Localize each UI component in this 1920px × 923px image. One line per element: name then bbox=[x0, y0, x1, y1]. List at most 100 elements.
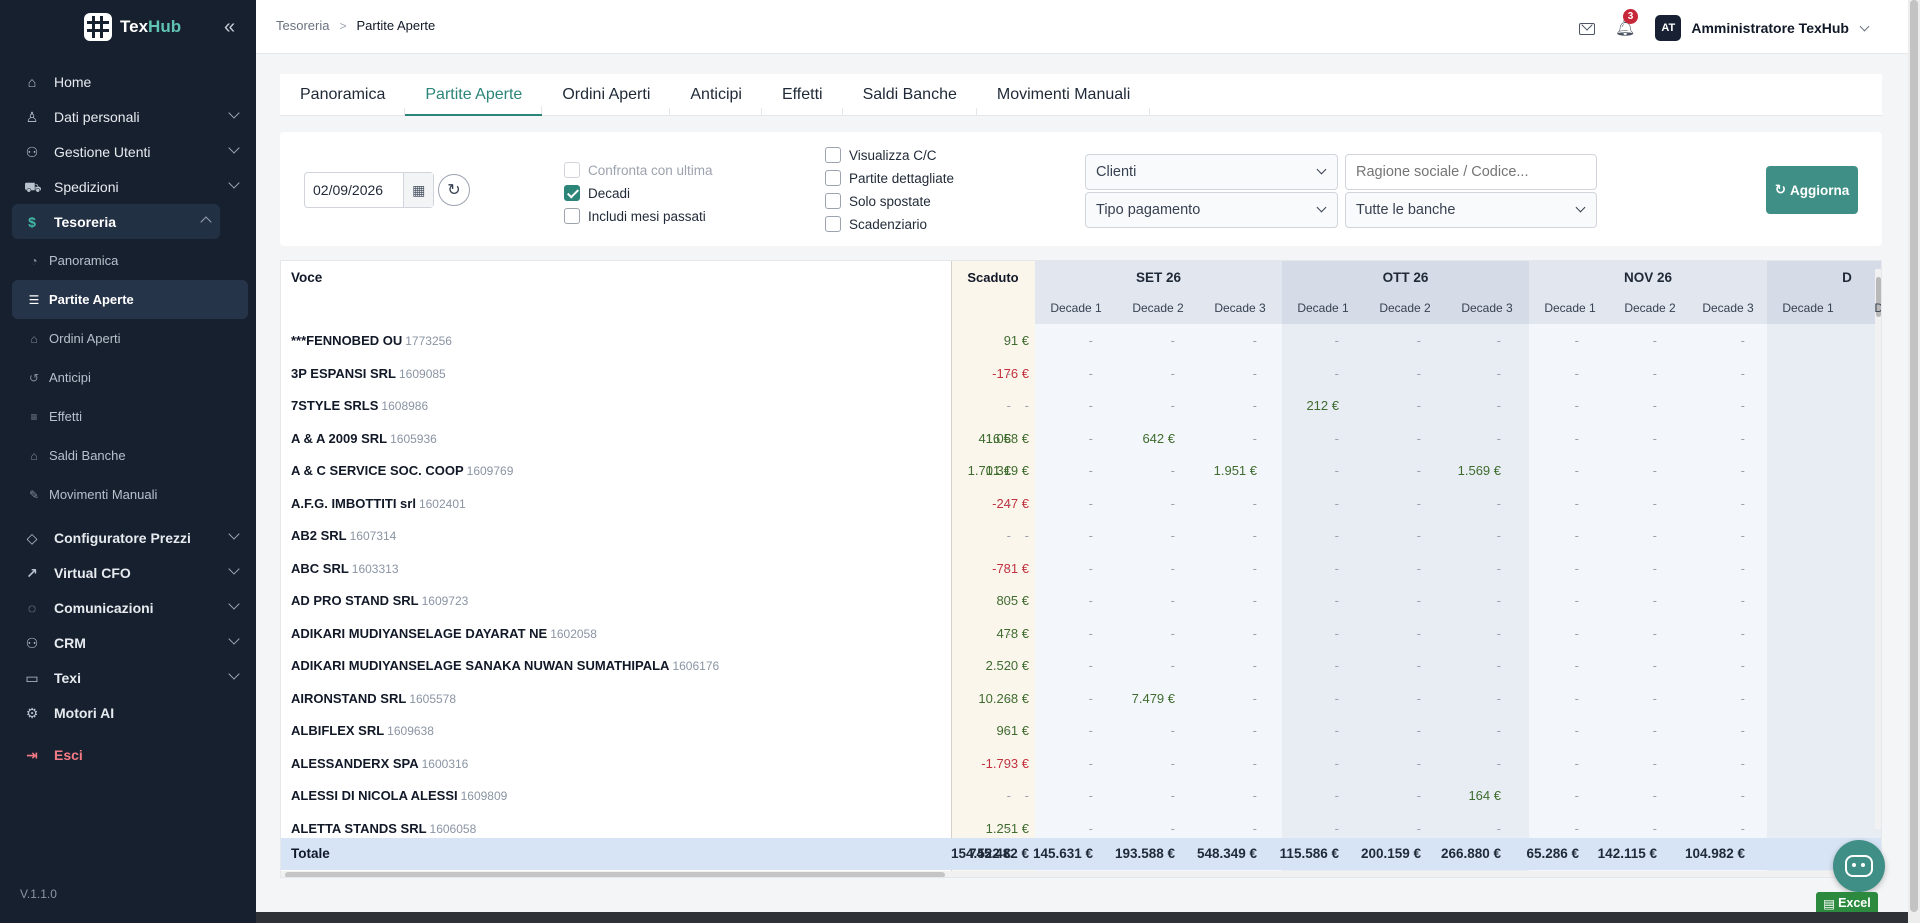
table-row[interactable]: A.F.G. IMBOTTITI srl 1602401 -247 € - - - - - - -… bbox=[281, 488, 1881, 521]
refresh-button[interactable]: ↻ Aggiorna bbox=[1766, 166, 1858, 214]
payment-type-select[interactable]: Tipo pagamento bbox=[1085, 192, 1338, 228]
amount-cell: 164 € bbox=[1468, 788, 1501, 803]
collapse-sidebar-icon[interactable]: « bbox=[224, 16, 235, 39]
tab-movimenti-manuali[interactable]: Movimenti Manuali bbox=[977, 74, 1151, 116]
date-input[interactable]: 02/09/2026 ▦ bbox=[304, 172, 434, 208]
checkbox-confronta-con-ultima[interactable]: Confronta con ultima bbox=[564, 162, 713, 178]
checkbox-box[interactable] bbox=[564, 162, 580, 178]
checkbox-partite-dettagliate[interactable]: Partite dettagliate bbox=[825, 170, 954, 186]
table-row[interactable]: AIRONSTAND SRL 1605578 10.268 € - -7.479 € - -… bbox=[281, 683, 1881, 716]
chevron-down-icon bbox=[228, 528, 240, 540]
checkbox-box[interactable] bbox=[825, 170, 841, 186]
checkbox-box[interactable] bbox=[825, 147, 841, 163]
sidebar-item-configuratore-prezzi[interactable]: ◇ Configuratore Prezzi bbox=[12, 520, 248, 555]
sidebar-item-label: Tesoreria bbox=[54, 213, 116, 230]
table-row[interactable]: ABC SRL 1603313 -781 € - - - - - - - - - - bbox=[281, 553, 1881, 586]
sidebar-item-crm[interactable]: ⚇ CRM bbox=[12, 625, 248, 660]
breadcrumb-parent[interactable]: Tesoreria bbox=[276, 18, 329, 33]
table-row[interactable]: ALBIFLEX SRL 1609638 961 € - - - - - - - - - - bbox=[281, 715, 1881, 748]
table-row[interactable]: A & C SERVICE SOC. COOP 1609769 1.319 €1.7… bbox=[281, 455, 1881, 488]
sidebar-item-tesoreria[interactable]: $ Tesoreria bbox=[12, 204, 220, 239]
column-header-scaduto[interactable]: Scaduto bbox=[951, 270, 1035, 285]
table-row[interactable]: A & A 2009 SRL 1605936 1.058 €416 € -642 € -… bbox=[281, 423, 1881, 456]
tab-effetti[interactable]: Effetti bbox=[762, 74, 843, 116]
tab-anticipi[interactable]: Anticipi bbox=[670, 74, 762, 116]
table-row[interactable]: ***FENNOBED OU 1773256 91 € - - - - - - - - - - bbox=[281, 325, 1881, 358]
sidebar-subitem-effetti[interactable]: ≡ Effetti bbox=[12, 397, 248, 436]
bank-select[interactable]: Tutte le banche bbox=[1345, 192, 1597, 228]
search-input[interactable] bbox=[1345, 154, 1597, 190]
amount-cell: - bbox=[1252, 658, 1257, 673]
checkbox-box[interactable] bbox=[825, 216, 841, 232]
tab-saldi-banche[interactable]: Saldi Banche bbox=[843, 74, 978, 116]
sidebar-item-home[interactable]: ⌂ Home bbox=[12, 64, 248, 99]
sidebar-item-gestione-utenti[interactable]: ⚇ Gestione Utenti bbox=[12, 134, 248, 169]
table-row[interactable]: 3P ESPANSI SRL 1609085 -176 € - - - - - - - - - - bbox=[281, 358, 1881, 391]
checkbox-decadi[interactable]: Decadi bbox=[564, 185, 630, 201]
table-row[interactable]: 7STYLE SRLS 1608986- - - - -212 € - - - - - bbox=[281, 390, 1881, 423]
client-code: 1609638 bbox=[387, 724, 434, 738]
table-row[interactable]: ALESSANDERX SPA 1600316 -1.793 € - - - - - - - - - - bbox=[281, 748, 1881, 781]
table-horizontal-scrollbar[interactable] bbox=[281, 871, 1881, 877]
sidebar-subitem-panoramica[interactable]: ◔ Panoramica bbox=[12, 241, 248, 280]
sidebar-subitem-saldi-banche[interactable]: ⌂ Saldi Banche bbox=[12, 436, 248, 475]
refresh-icon: ↺ bbox=[28, 370, 40, 385]
amount-cell: - bbox=[1652, 463, 1657, 478]
texhub-logo-icon bbox=[84, 13, 112, 41]
amount-cell: - bbox=[1652, 723, 1657, 738]
total-amount: 200.159 € bbox=[1360, 846, 1421, 861]
date-value[interactable]: 02/09/2026 bbox=[305, 182, 403, 198]
sidebar-item-dati-personali[interactable]: ♙ Dati personali bbox=[12, 99, 248, 134]
checkbox-scadenziario[interactable]: Scadenziario bbox=[825, 216, 927, 232]
checkbox-solo-spostate[interactable]: Solo spostate bbox=[825, 193, 931, 209]
sidebar-item-spedizioni[interactable]: ⛟ Spedizioni bbox=[12, 169, 248, 204]
amount-cell: - bbox=[1334, 690, 1339, 706]
amount-cell: - bbox=[1334, 495, 1339, 511]
sidebar-subitem-anticipi[interactable]: ↺ Anticipi bbox=[12, 358, 248, 397]
sidebar-subitem-partite-aperte[interactable]: ☰ Partite Aperte bbox=[12, 280, 248, 319]
app-logo[interactable]: TexHub bbox=[0, 0, 256, 54]
tab-panoramica[interactable]: Panoramica bbox=[280, 74, 406, 116]
amount-cell: 7.479 € bbox=[1131, 690, 1175, 706]
checkbox-box[interactable] bbox=[564, 185, 580, 201]
client-name: ALESSI DI NICOLA ALESSI bbox=[291, 788, 458, 803]
table-row[interactable]: ADIKARI MUDIYANSELAGE SANAKA NUWAN SUMAT… bbox=[281, 650, 1881, 683]
amount-cell: - bbox=[1496, 495, 1501, 511]
mail-icon[interactable] bbox=[1579, 23, 1596, 35]
amount-cell: - bbox=[1088, 495, 1093, 511]
sidebar: TexHub « ⌂ Home ♙ Dati personali ⚇ Gestione U… bbox=[0, 0, 256, 923]
column-header-voce[interactable]: Voce bbox=[291, 270, 322, 285]
checkbox-includi-mesi-passati[interactable]: Includi mesi passati bbox=[564, 208, 706, 224]
calendar-icon[interactable]: ▦ bbox=[403, 173, 433, 207]
excel-export-button[interactable]: ▤ Excel bbox=[1816, 892, 1878, 914]
checkbox-box[interactable] bbox=[825, 193, 841, 209]
table-row[interactable]: AB2 SRL 1607314- - - - - - - - - - - bbox=[281, 520, 1881, 553]
sidebar-subitem-movimenti-manuali[interactable]: ✎ Movimenti Manuali bbox=[12, 475, 248, 514]
page-scrollbar[interactable] bbox=[1908, 0, 1920, 923]
sidebar-item-motori-ai[interactable]: ⚙ Motori AI bbox=[12, 695, 248, 730]
amount-cell: - bbox=[1574, 593, 1579, 608]
sidebar-item-comunicazioni[interactable]: ◌ Comunicazioni bbox=[12, 590, 248, 625]
amount-cell: - bbox=[1574, 690, 1579, 706]
checkbox-visualizza-c-c[interactable]: Visualizza C/C bbox=[825, 147, 937, 163]
sidebar-item-texi[interactable]: ▭ Texi bbox=[12, 660, 248, 695]
clients-select[interactable]: Clienti bbox=[1085, 154, 1338, 190]
table-row[interactable]: ADIKARI MUDIYANSELAGE DAYARAT NE 1602058 4… bbox=[281, 618, 1881, 651]
checkbox-box[interactable] bbox=[564, 208, 580, 224]
amount-cell: - bbox=[1252, 495, 1257, 511]
sidebar-item-virtual-cfo[interactable]: ↗ Virtual CFO bbox=[12, 555, 248, 590]
amount-cell: - bbox=[1652, 625, 1657, 641]
sidebar-item-esci[interactable]: ⇥ Esci bbox=[12, 737, 248, 772]
amount-cell: - bbox=[1006, 365, 1011, 381]
chat-assistant-button[interactable] bbox=[1833, 840, 1885, 892]
table-vertical-scrollbar[interactable] bbox=[1875, 269, 1881, 829]
sidebar-subitem-ordini-aperti[interactable]: ⌂ Ordini Aperti bbox=[12, 319, 248, 358]
table-row[interactable]: AD PRO STAND SRL 1609723 805 € - - - - - - - - - - bbox=[281, 585, 1881, 618]
table-row[interactable]: ALESSI DI NICOLA ALESSI 1609809 - - - - - - - 164… bbox=[281, 780, 1881, 813]
user-menu[interactable]: AT Amministratore TexHub bbox=[1655, 15, 1870, 41]
tab-partite-aperte[interactable]: Partite Aperte bbox=[405, 74, 543, 116]
notifications-button[interactable]: 🔔︎ 3 bbox=[1615, 9, 1639, 38]
tab-ordini-aperti[interactable]: Ordini Aperti bbox=[542, 74, 671, 116]
amount-cell: - bbox=[1252, 430, 1257, 446]
reset-date-button[interactable]: ↻ bbox=[438, 174, 470, 206]
